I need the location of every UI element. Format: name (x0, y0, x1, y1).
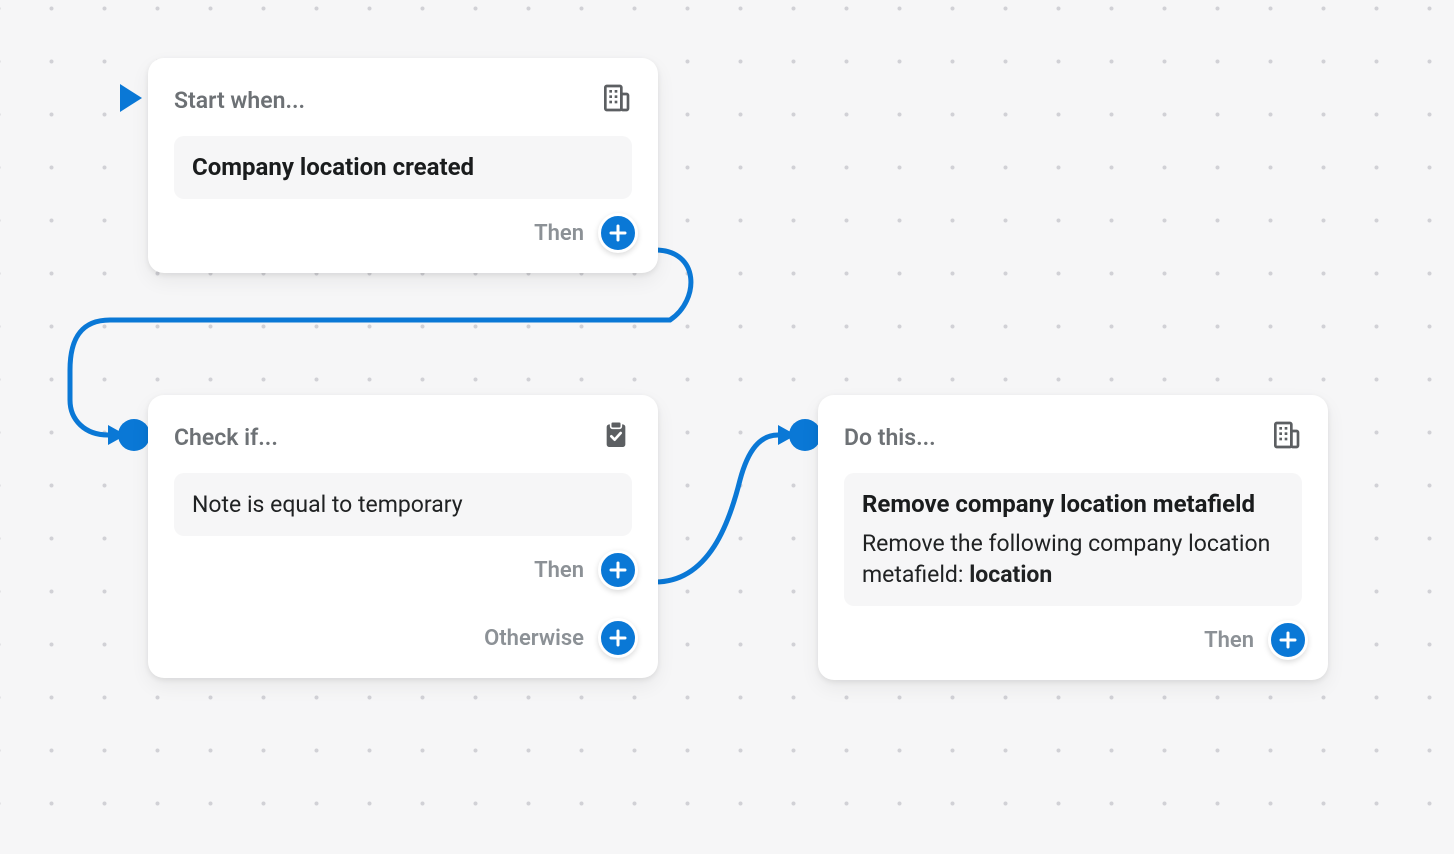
clipboard-check-icon (600, 419, 632, 455)
trigger-event-label: Company location created (192, 152, 614, 183)
action-description-prefix: Remove the following company location me… (862, 530, 1270, 588)
otherwise-label: Otherwise (484, 626, 584, 651)
condition-entry-node (118, 419, 150, 451)
building-icon (600, 82, 632, 118)
card-header: Check if... (174, 419, 632, 455)
condition-title: Check if... (174, 424, 278, 451)
add-then-button[interactable] (598, 550, 638, 590)
building-icon (1270, 419, 1302, 455)
start-indicator-icon (118, 82, 144, 118)
condition-body: Note is equal to temporary (174, 473, 632, 536)
card-header: Start when... (174, 82, 632, 118)
action-body: Remove company location metafield Remove… (844, 473, 1302, 606)
condition-card[interactable]: Check if... Note is equal to temporary T… (148, 395, 658, 678)
trigger-body: Company location created (174, 136, 632, 199)
then-label: Then (1204, 628, 1254, 653)
trigger-card[interactable]: Start when... Company location created T… (148, 58, 658, 273)
action-title: Do this... (844, 424, 936, 451)
condition-expression: Note is equal to temporary (192, 489, 614, 520)
add-then-button[interactable] (598, 213, 638, 253)
trigger-title: Start when... (174, 87, 305, 114)
add-otherwise-button[interactable] (598, 618, 638, 658)
workflow-canvas[interactable]: Start when... Company location created T… (0, 0, 1454, 854)
card-header: Do this... (844, 419, 1302, 455)
add-then-button[interactable] (1268, 620, 1308, 660)
action-description: Remove the following company location me… (862, 528, 1284, 590)
action-heading: Remove company location metafield (862, 489, 1284, 520)
action-card[interactable]: Do this... Remove company location metaf… (818, 395, 1328, 680)
action-description-value: location (969, 561, 1052, 588)
then-label: Then (534, 558, 584, 583)
action-entry-node (789, 419, 821, 451)
then-label: Then (534, 221, 584, 246)
